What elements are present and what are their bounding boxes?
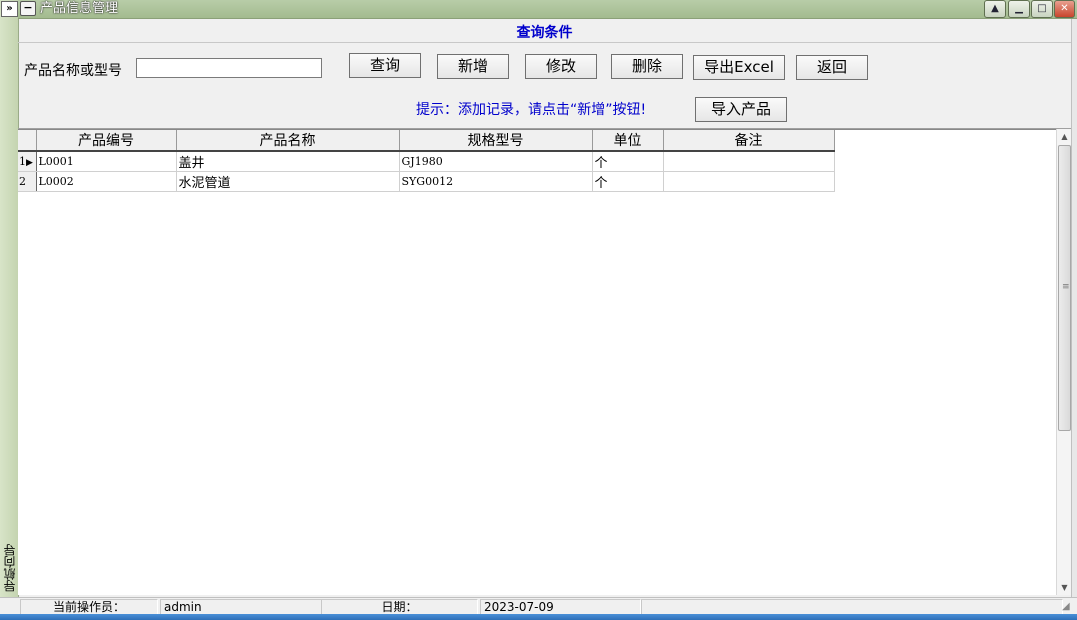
window-titlebar: − 产品信息管理 ▲ ▁ □ ✕ bbox=[18, 0, 1077, 19]
date-value: 2023-07-09 bbox=[480, 599, 641, 615]
date-label: 日期： bbox=[321, 599, 478, 615]
close-button[interactable]: ✕ bbox=[1054, 0, 1075, 18]
row-number: 2 bbox=[19, 175, 26, 188]
status-bar: 当前操作员： admin 日期： 2023-07-09 ◢ bbox=[0, 597, 1077, 615]
search-input[interactable] bbox=[136, 58, 322, 78]
vertical-scrollbar[interactable]: ▲ ≡ ▼ bbox=[1056, 129, 1072, 595]
row-indicator[interactable]: 1▶ bbox=[18, 151, 37, 172]
products-table: 产品编号 产品名称 规格型号 单位 备注 1▶ L0001 盖井 GJ1980 … bbox=[18, 130, 835, 192]
row-indicator[interactable]: 2 bbox=[18, 171, 37, 192]
cell-name[interactable]: 盖井 bbox=[176, 151, 400, 172]
operator-label: 当前操作员： bbox=[20, 599, 158, 615]
cell-note[interactable] bbox=[663, 151, 835, 172]
section-title: 查询条件 bbox=[516, 25, 573, 41]
maximize-icon: □ bbox=[1037, 3, 1047, 14]
scroll-grip-icon: ≡ bbox=[1062, 282, 1070, 292]
cell-spec[interactable]: GJ1980 bbox=[399, 151, 593, 172]
row-header-corner bbox=[18, 130, 37, 152]
resize-grip-icon[interactable]: ◢ bbox=[1062, 601, 1070, 612]
column-header-name[interactable]: 产品名称 bbox=[176, 130, 400, 152]
products-grid[interactable]: 产品编号 产品名称 规格型号 单位 备注 1▶ L0001 盖井 GJ1980 … bbox=[18, 129, 1056, 595]
cell-unit[interactable]: 个 bbox=[592, 151, 664, 172]
cell-spec[interactable]: SYG0012 bbox=[399, 171, 593, 192]
minimize-button[interactable]: ▁ bbox=[1008, 0, 1030, 18]
nav-label[interactable]: 导航向导 bbox=[1, 544, 17, 592]
scroll-thumb[interactable]: ≡ bbox=[1058, 145, 1071, 431]
cell-code[interactable]: L0001 bbox=[36, 151, 177, 172]
row-number: 1 bbox=[19, 155, 26, 168]
export-excel-button[interactable]: 导出Excel bbox=[693, 55, 785, 80]
table-row[interactable]: 1▶ L0001 盖井 GJ1980 个 bbox=[18, 151, 835, 172]
table-header-row: 产品编号 产品名称 规格型号 单位 备注 bbox=[18, 130, 835, 152]
cell-unit[interactable]: 个 bbox=[592, 171, 664, 192]
cell-note[interactable] bbox=[663, 171, 835, 192]
status-empty-panel bbox=[641, 599, 1063, 615]
operator-value: admin bbox=[160, 599, 322, 615]
column-header-spec[interactable]: 规格型号 bbox=[399, 130, 593, 152]
column-header-unit[interactable]: 单位 bbox=[592, 130, 664, 152]
back-button[interactable]: 返回 bbox=[796, 55, 868, 80]
system-menu-icon[interactable]: − bbox=[20, 1, 36, 16]
column-header-note[interactable]: 备注 bbox=[663, 130, 835, 152]
cell-code[interactable]: L0002 bbox=[36, 171, 177, 192]
edit-button[interactable]: 修改 bbox=[525, 54, 597, 79]
hint-text: 提示：添加记录，请点击“新增”按钮! bbox=[416, 102, 647, 118]
scroll-up-icon[interactable]: ▲ bbox=[1057, 129, 1072, 144]
window-title: 产品信息管理 bbox=[40, 1, 119, 16]
navigation-strip: » 导航向导 bbox=[0, 0, 19, 598]
search-field-label: 产品名称或型号 bbox=[24, 63, 122, 79]
search-button[interactable]: 查询 bbox=[349, 53, 421, 78]
minimize-icon: ▁ bbox=[1015, 3, 1023, 14]
restore-up-button[interactable]: ▲ bbox=[984, 0, 1006, 18]
restore-up-icon: ▲ bbox=[991, 3, 999, 14]
window-bottom-border bbox=[0, 614, 1077, 620]
window-right-border bbox=[1071, 19, 1077, 597]
table-row[interactable]: 2 L0002 水泥管道 SYG0012 个 bbox=[18, 171, 835, 192]
delete-button[interactable]: 删除 bbox=[611, 54, 683, 79]
cell-name[interactable]: 水泥管道 bbox=[176, 171, 400, 192]
scroll-down-icon[interactable]: ▼ bbox=[1057, 580, 1072, 595]
query-panel: 产品名称或型号 查询 新增 修改 删除 导出Excel 返回 提示：添加记录，请… bbox=[18, 43, 1071, 129]
current-row-icon: ▶ bbox=[26, 158, 33, 168]
column-header-code[interactable]: 产品编号 bbox=[36, 130, 177, 152]
maximize-button[interactable]: □ bbox=[1031, 0, 1053, 18]
nav-expand-button[interactable]: » bbox=[1, 1, 18, 17]
add-button[interactable]: 新增 bbox=[437, 54, 509, 79]
query-header: 查询条件 bbox=[18, 19, 1071, 43]
close-icon: ✕ bbox=[1060, 3, 1069, 14]
import-products-button[interactable]: 导入产品 bbox=[695, 97, 787, 122]
